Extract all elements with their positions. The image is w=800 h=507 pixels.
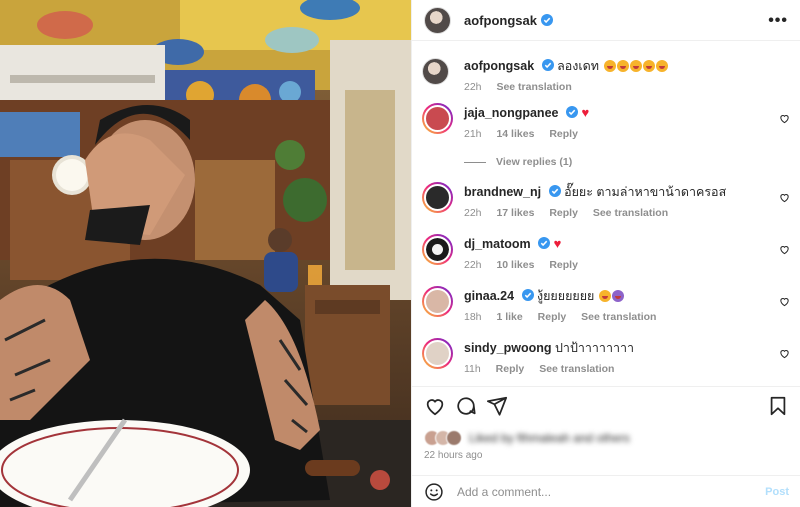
see-translation-link[interactable]: See translation	[581, 311, 656, 323]
post-actions-section: Liked by fthmaleah and others 22 hours a…	[412, 386, 800, 507]
heart-eyes-emoji-icon	[598, 290, 611, 302]
author-avatar[interactable]	[424, 6, 451, 34]
caption-text: ลองเดท	[557, 59, 600, 73]
reply-button[interactable]: Reply	[496, 363, 525, 375]
red-heart-emoji-icon: ♥	[581, 105, 590, 120]
post-photo[interactable]	[0, 0, 411, 507]
commenter-avatar[interactable]	[422, 286, 453, 317]
star-struck-emoji-icon	[655, 60, 668, 72]
verified-icon	[538, 237, 551, 249]
post-comment-button[interactable]: Post	[765, 486, 789, 498]
see-translation-link[interactable]: See translation	[496, 81, 571, 93]
post-detail-panel: aofpongsak ••• aofpongsak ลองเดท 22h See…	[411, 0, 800, 507]
comment-username[interactable]: brandnew_nj	[464, 185, 541, 199]
purple-face-emoji-icon	[611, 290, 624, 302]
post-header: aofpongsak •••	[412, 0, 800, 41]
comment-username[interactable]: sindy_pwoong	[464, 341, 552, 355]
comments-list[interactable]: aofpongsak ลองเดท 22h See translation ja…	[412, 42, 800, 386]
caption-username[interactable]: aofpongsak	[464, 59, 534, 73]
comment-likes-count[interactable]: 10 likes	[496, 259, 534, 271]
save-bookmark-icon[interactable]	[767, 395, 789, 417]
star-struck-emoji-icon	[616, 60, 629, 72]
comment-time: 22h	[464, 259, 482, 271]
comment-likes-count[interactable]: 14 likes	[496, 128, 534, 140]
verified-icon	[548, 185, 561, 197]
star-struck-emoji-icon	[603, 60, 616, 72]
comment-time: 18h	[464, 311, 482, 323]
emoji-picker-icon[interactable]	[424, 482, 444, 502]
see-translation-link[interactable]: See translation	[593, 207, 668, 219]
caption-avatar[interactable]	[422, 58, 449, 85]
author-username[interactable]: aofpongsak	[464, 13, 537, 28]
verified-icon	[565, 106, 578, 118]
commenter-avatar[interactable]	[422, 103, 453, 134]
comment-text: งู้ยยยยยยย	[537, 289, 595, 303]
comment-bubble-icon[interactable]	[455, 395, 477, 417]
comment-username[interactable]: ginaa.24	[464, 289, 514, 303]
red-heart-emoji-icon: ♥	[553, 236, 562, 251]
comment-username[interactable]: jaja_nongpanee	[464, 106, 558, 120]
comment-text: อั๊ยยะ ตามล่าหาขาน้าดาครอส	[564, 185, 727, 199]
like-comment-heart-icon[interactable]	[779, 348, 790, 359]
like-comment-heart-icon[interactable]	[779, 244, 790, 255]
more-options-button[interactable]: •••	[768, 12, 788, 30]
verified-icon	[521, 289, 534, 301]
add-comment-bar: Post	[412, 475, 800, 507]
liker-avatar	[446, 430, 462, 446]
reply-button[interactable]: Reply	[549, 128, 578, 140]
photo-illustration	[0, 0, 411, 507]
comment-time: 22h	[464, 207, 482, 219]
comment-time: 21h	[464, 128, 482, 140]
commenter-avatar[interactable]	[422, 182, 453, 213]
comment-likes-count[interactable]: 17 likes	[496, 207, 534, 219]
share-paper-plane-icon[interactable]	[486, 395, 508, 417]
comment-username[interactable]: dj_matoom	[464, 237, 531, 251]
like-comment-heart-icon[interactable]	[779, 113, 790, 124]
comment-likes-count[interactable]: 1 like	[496, 311, 522, 323]
star-struck-emoji-icon	[629, 60, 642, 72]
like-comment-heart-icon[interactable]	[779, 192, 790, 203]
reply-button[interactable]: Reply	[549, 259, 578, 271]
reply-button[interactable]: Reply	[549, 207, 578, 219]
star-struck-emoji-icon	[642, 60, 655, 72]
verified-icon	[541, 59, 554, 71]
comment-time: 11h	[464, 363, 481, 375]
post-timestamp: 22 hours ago	[424, 450, 483, 461]
commenter-avatar[interactable]	[422, 338, 453, 369]
commenter-avatar[interactable]	[422, 234, 453, 265]
like-comment-heart-icon[interactable]	[779, 296, 790, 307]
comment-text: ปาป้าาาาาาาา	[554, 341, 635, 355]
caption-time: 22h	[464, 81, 482, 93]
likes-summary[interactable]: Liked by fthmaleah and others	[424, 430, 630, 446]
see-translation-link[interactable]: See translation	[539, 363, 614, 375]
comment-input[interactable]	[457, 485, 747, 499]
view-replies-button[interactable]: View replies (1)	[464, 156, 572, 168]
reply-button[interactable]: Reply	[538, 311, 567, 323]
likes-text-blurred: Liked by fthmaleah and others	[469, 431, 630, 445]
verified-icon	[540, 14, 553, 26]
like-heart-icon[interactable]	[424, 395, 446, 417]
action-icons-row	[424, 395, 789, 419]
